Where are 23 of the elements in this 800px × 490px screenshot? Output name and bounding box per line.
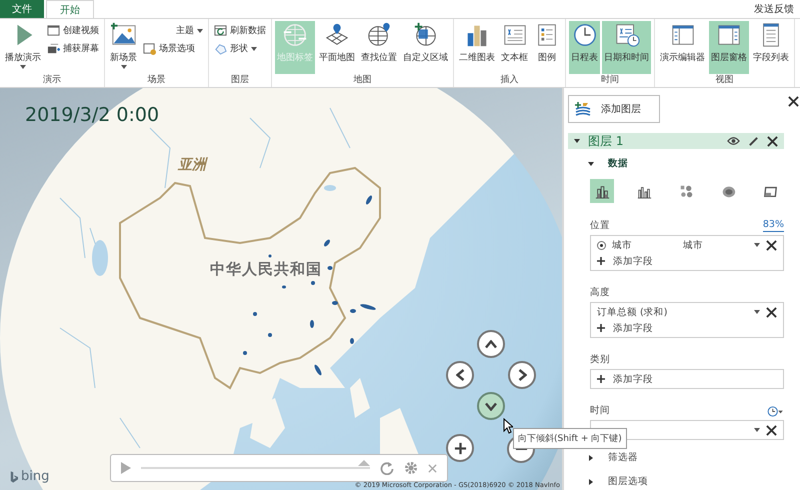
group-label: 时间 — [600, 74, 620, 86]
field-well-label: 类别 — [590, 354, 610, 366]
group-label: 插入 — [500, 74, 520, 86]
group-label: 图层 — [230, 74, 250, 86]
group-label: 视图 — [714, 74, 734, 86]
field-name: 订单总额 (求和) — [597, 306, 668, 318]
group-label: 地图 — [352, 74, 372, 86]
map-label: 亚洲 — [178, 156, 206, 174]
field-value: 城市 — [683, 238, 704, 252]
layer-name: 图层 1 — [588, 132, 624, 150]
field-well-label: 位置 — [590, 220, 610, 232]
logo: bing — [10, 469, 50, 484]
group-label: 演示 — [42, 74, 62, 86]
map-label: 中华人民共和国 — [210, 260, 322, 279]
field-name: 城市 — [612, 238, 633, 252]
group-label: 场景 — [146, 74, 166, 86]
field-well-label: 时间 — [590, 405, 610, 417]
section-title: 图层选项 — [608, 476, 648, 488]
section-title: 筛选器 — [608, 452, 638, 464]
tooltip: 向下倾斜(Shift + 向下键) — [513, 428, 627, 449]
field-well-label: 高度 — [590, 287, 610, 299]
timestamp-label: 2019/3/2 0:00 — [25, 104, 160, 126]
section-title: 数据 — [608, 158, 628, 170]
